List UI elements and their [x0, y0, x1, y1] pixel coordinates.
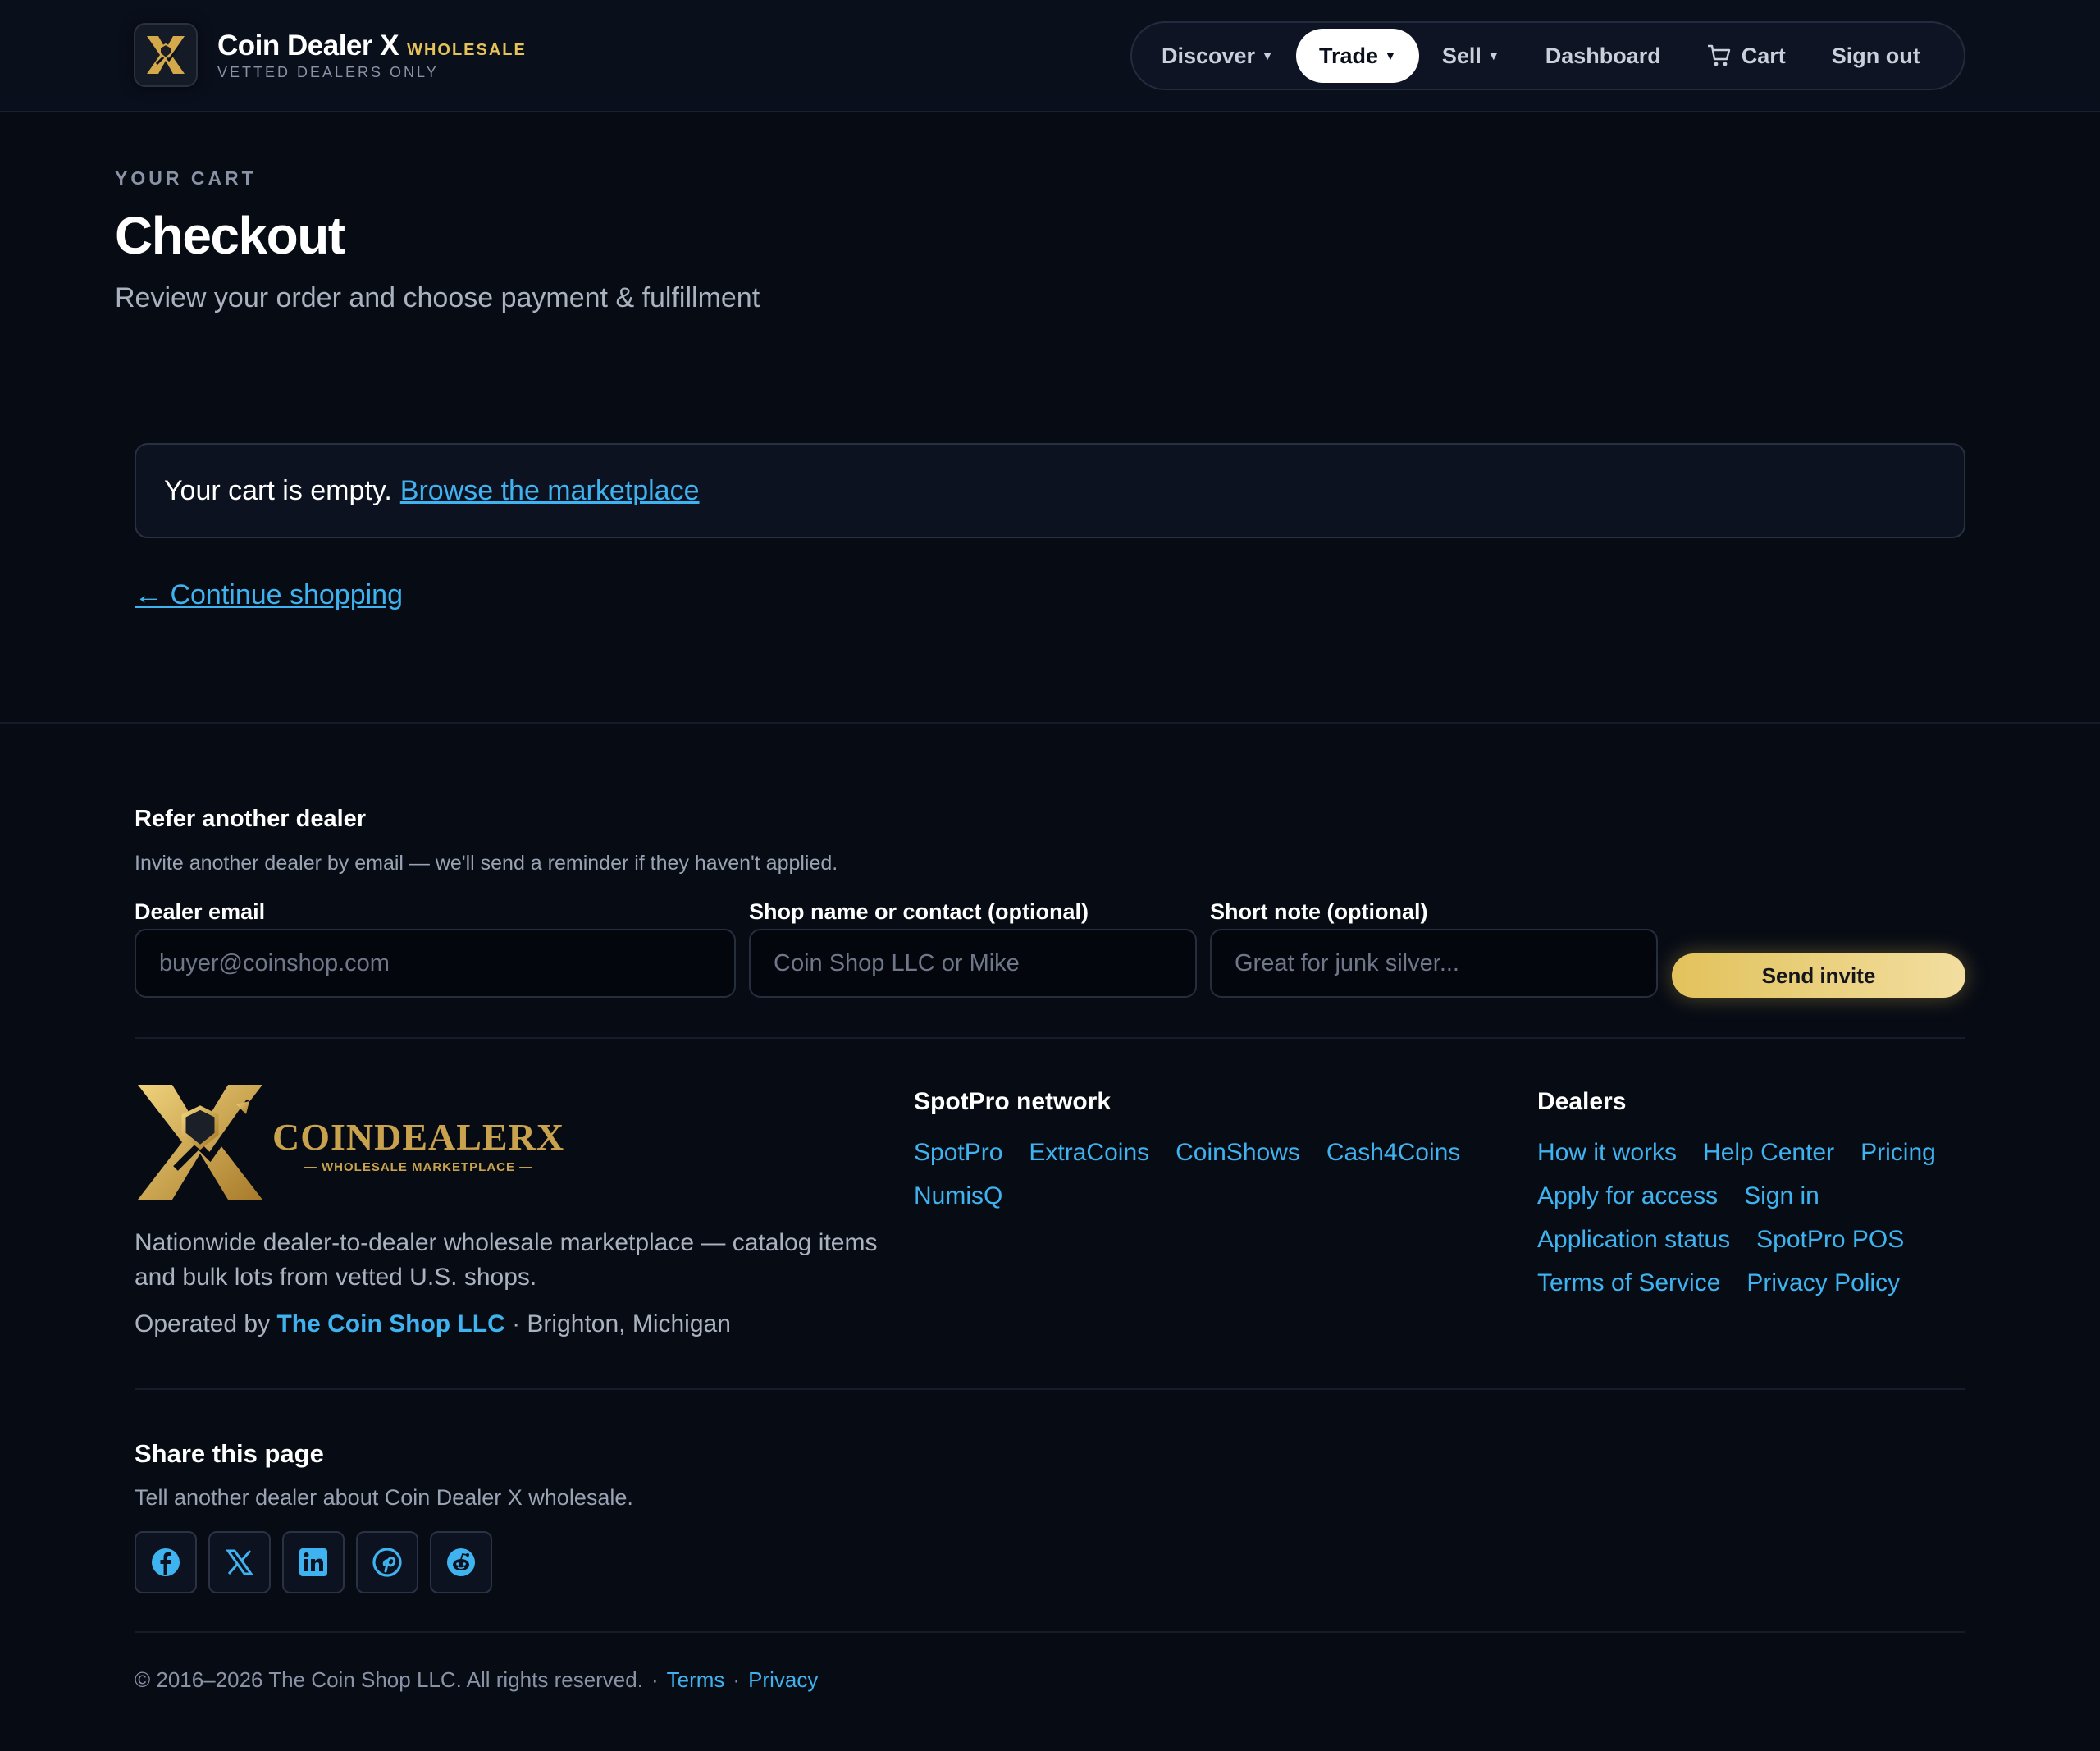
- dealers-link-apply[interactable]: Apply for access: [1537, 1174, 1718, 1218]
- share-buttons: [135, 1531, 504, 1593]
- separator-dot: ·: [733, 1667, 741, 1692]
- caret-down-icon: ▼: [1262, 49, 1273, 62]
- empty-cart-text: Your cart is empty.: [164, 474, 392, 506]
- dealers-link-privacy[interactable]: Privacy Policy: [1746, 1261, 1900, 1305]
- share-facebook-button[interactable]: [135, 1531, 197, 1593]
- operator-location: · Brighton, Michigan: [512, 1310, 731, 1337]
- reddit-icon: [445, 1547, 477, 1578]
- caret-down-icon: ▼: [1487, 49, 1500, 62]
- footer-divider: [135, 1388, 1965, 1390]
- dealers-link-terms[interactable]: Terms of Service: [1537, 1261, 1720, 1305]
- separator-dot: ·: [651, 1667, 659, 1692]
- nav-discover[interactable]: Discover ▼: [1139, 29, 1296, 83]
- nav-signout-label: Sign out: [1831, 43, 1920, 68]
- network-link-extracoins[interactable]: ExtraCoins: [1029, 1131, 1149, 1174]
- brand-tag: WHOLESALE: [407, 40, 527, 59]
- dealers-link-help-center[interactable]: Help Center: [1703, 1131, 1834, 1174]
- short-note-label: Short note (optional): [1210, 899, 1428, 924]
- dealer-email-input[interactable]: [135, 929, 736, 998]
- coindealerx-logo-icon: [135, 1083, 266, 1205]
- browse-marketplace-link[interactable]: Browse the marketplace: [400, 475, 700, 507]
- site-header: Coin Dealer X WHOLESALE VETTED DEALERS ON…: [0, 0, 2100, 112]
- bottom-terms-link[interactable]: Terms: [667, 1667, 725, 1692]
- operated-by-label: Operated by: [135, 1310, 271, 1337]
- network-link-spotpro[interactable]: SpotPro: [914, 1131, 1002, 1174]
- network-title: SpotPro network: [914, 1088, 1112, 1115]
- x-icon: [226, 1548, 253, 1576]
- brand[interactable]: Coin Dealer X WHOLESALE VETTED DEALERS ON…: [134, 23, 527, 87]
- bottom-privacy-link[interactable]: Privacy: [748, 1667, 818, 1692]
- shop-name-input[interactable]: [749, 929, 1197, 998]
- cart-icon: [1707, 44, 1732, 67]
- nav-cart-label: Cart: [1741, 43, 1786, 68]
- nav-signout[interactable]: Sign out: [1809, 29, 1943, 83]
- refer-description: Invite another dealer by email — we'll s…: [135, 852, 838, 875]
- dealers-link-spotpro-pos[interactable]: SpotPro POS: [1756, 1218, 1904, 1261]
- nav-sell[interactable]: Sell ▼: [1419, 29, 1522, 83]
- dealers-links: How it works Help Center Pricing Apply f…: [1537, 1131, 1980, 1305]
- nav-discover-label: Discover: [1162, 43, 1256, 68]
- nav-dashboard[interactable]: Dashboard: [1522, 29, 1684, 83]
- share-linkedin-button[interactable]: [282, 1531, 345, 1593]
- brand-subtitle: VETTED DEALERS ONLY: [217, 63, 439, 80]
- empty-cart-notice: Your cart is empty. Browse the marketpla…: [135, 443, 1965, 538]
- section-divider: [0, 722, 2100, 724]
- dealers-title: Dealers: [1537, 1088, 1627, 1115]
- nav-trade[interactable]: Trade ▼: [1295, 29, 1419, 83]
- short-note-input[interactable]: [1210, 929, 1658, 998]
- share-x-button[interactable]: [208, 1531, 271, 1593]
- share-title: Share this page: [135, 1439, 324, 1468]
- brand-name: Coin Dealer X: [217, 29, 399, 62]
- page-title: Checkout: [115, 206, 345, 265]
- dealers-link-pricing[interactable]: Pricing: [1860, 1131, 1936, 1174]
- operator-link[interactable]: The Coin Shop LLC: [276, 1310, 504, 1337]
- main-nav: Discover ▼ Trade ▼ Sell ▼ Dashboard Cart…: [1130, 21, 1965, 90]
- dealers-link-sign-in[interactable]: Sign in: [1744, 1174, 1819, 1218]
- footer-divider: [135, 1037, 1965, 1039]
- refer-title: Refer another dealer: [135, 806, 367, 832]
- footer-operator: Operated by The Coin Shop LLC · Brighton…: [135, 1310, 731, 1338]
- network-link-cash4coins[interactable]: Cash4Coins: [1326, 1131, 1460, 1174]
- brand-logo-icon: [134, 23, 198, 87]
- footer-brand-name: COINDEALERX: [272, 1115, 565, 1158]
- shop-name-label: Shop name or contact (optional): [749, 899, 1089, 924]
- nav-sell-label: Sell: [1441, 43, 1481, 68]
- caret-down-icon: ▼: [1384, 49, 1396, 62]
- nav-dashboard-label: Dashboard: [1545, 43, 1661, 68]
- dealer-email-label: Dealer email: [135, 899, 266, 924]
- nav-cart[interactable]: Cart: [1684, 29, 1809, 83]
- network-link-coinshows[interactable]: CoinShows: [1176, 1131, 1300, 1174]
- page-subtitle: Review your order and choose payment & f…: [115, 282, 760, 313]
- nav-trade-label: Trade: [1318, 43, 1378, 68]
- copyright-line: © 2016–2026 The Coin Shop LLC. All right…: [135, 1667, 818, 1693]
- send-invite-button[interactable]: Send invite: [1672, 953, 1965, 998]
- share-reddit-button[interactable]: [430, 1531, 492, 1593]
- page-eyebrow: YOUR CART: [115, 167, 257, 189]
- footer-divider: [135, 1631, 1965, 1633]
- footer-brand-subtitle: — WHOLESALE MARKETPLACE —: [304, 1159, 533, 1174]
- share-description: Tell another dealer about Coin Dealer X …: [135, 1485, 633, 1510]
- linkedin-icon: [299, 1548, 328, 1577]
- copyright-text: © 2016–2026 The Coin Shop LLC. All right…: [135, 1667, 643, 1692]
- network-links: SpotPro ExtraCoins CoinShows Cash4Coins …: [914, 1131, 1488, 1218]
- share-pinterest-button[interactable]: [356, 1531, 418, 1593]
- dealers-link-how-it-works[interactable]: How it works: [1537, 1131, 1677, 1174]
- footer-brand: COINDEALERX — WHOLESALE MARKETPLACE —: [135, 1083, 564, 1205]
- facebook-icon: [150, 1547, 181, 1578]
- pinterest-icon: [372, 1547, 403, 1578]
- footer-description: Nationwide dealer-to-dealer wholesale ma…: [135, 1229, 878, 1291]
- network-link-numisq[interactable]: NumisQ: [914, 1174, 1002, 1218]
- dealers-link-application-status[interactable]: Application status: [1537, 1218, 1730, 1261]
- continue-shopping-link[interactable]: ← Continue shopping: [135, 579, 403, 611]
